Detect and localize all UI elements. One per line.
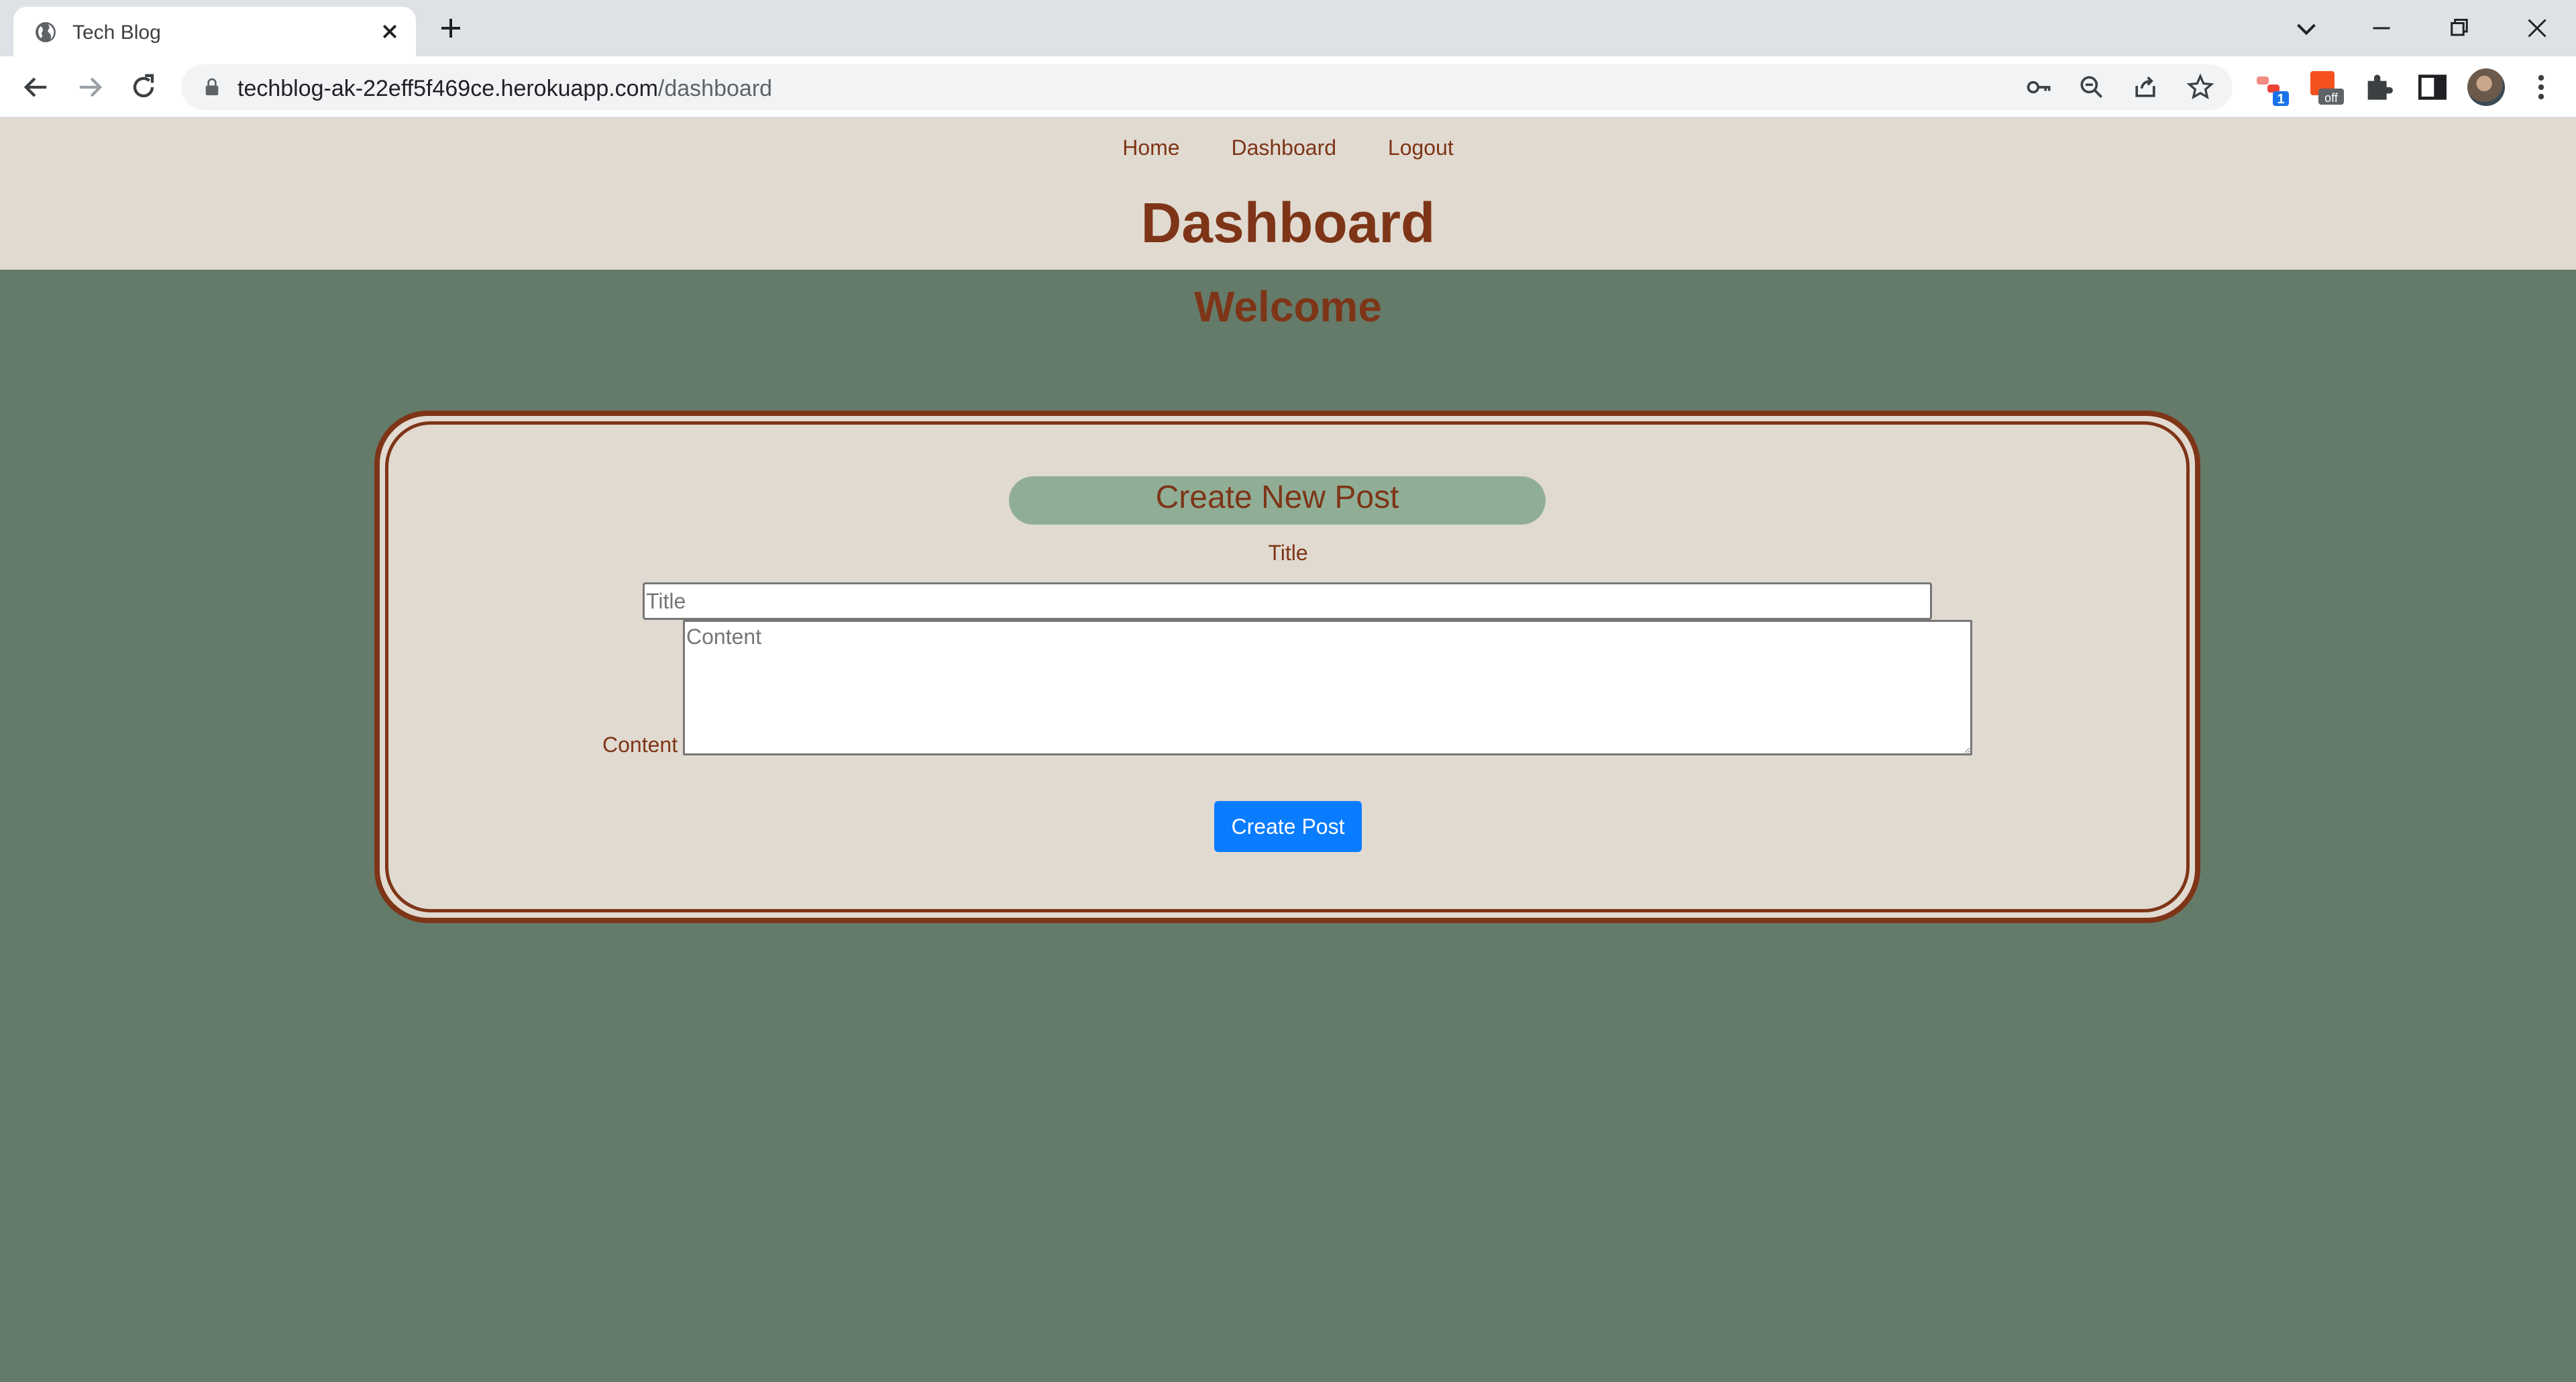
star-icon[interactable] — [2186, 72, 2215, 102]
welcome-heading: Welcome — [1194, 282, 1382, 331]
key-icon[interactable] — [2025, 72, 2054, 102]
url-path: /dashboard — [657, 76, 773, 101]
close-tab-icon[interactable] — [376, 17, 404, 46]
rss-extension-icon: off — [2310, 71, 2344, 105]
globe-icon — [36, 22, 56, 42]
forward-arrow-icon[interactable] — [72, 70, 107, 105]
menu-dots-icon[interactable] — [2522, 68, 2560, 106]
content-textarea[interactable] — [683, 620, 1972, 755]
lock-icon[interactable] — [201, 76, 223, 99]
extension-badge-count: 1 — [2277, 92, 2284, 106]
link-extension-icon: 1 — [2257, 76, 2289, 107]
title-input[interactable] — [643, 582, 1932, 620]
page-content: Home Dashboard Logout Dashboard Welcome … — [0, 118, 2576, 1382]
site-header: Home Dashboard Logout Dashboard — [0, 118, 2576, 270]
create-post-heading: Create New Post — [1009, 476, 1546, 525]
minimize-icon[interactable] — [2361, 8, 2402, 48]
close-window-icon[interactable] — [2517, 8, 2557, 48]
url-text: techblog-ak-22eff5f469ce.herokuapp.com/d… — [237, 76, 772, 102]
extension-badge-off: off — [2324, 91, 2339, 105]
puzzle-icon[interactable] — [2360, 68, 2398, 106]
zoom-out-icon[interactable] — [2077, 72, 2106, 102]
browser-toolbar: techblog-ak-22eff5f469ce.herokuapp.com/d… — [0, 56, 2576, 118]
address-bar[interactable]: techblog-ak-22eff5f469ce.herokuapp.com/d… — [181, 64, 2233, 110]
content-label: Content — [602, 733, 678, 757]
main-nav: Home Dashboard Logout — [0, 136, 2576, 160]
tab-strip: Tech Blog — [0, 0, 2576, 56]
restore-icon[interactable] — [2439, 8, 2479, 48]
extension-2-icon[interactable]: off — [2308, 68, 2345, 106]
extension-1-icon[interactable]: 1 — [2253, 68, 2290, 107]
reload-icon[interactable] — [126, 70, 161, 105]
share-icon[interactable] — [2131, 72, 2160, 102]
title-label: Title — [1268, 541, 1308, 565]
back-arrow-icon[interactable] — [19, 70, 54, 105]
page-title: Dashboard — [1140, 191, 1436, 254]
create-post-button[interactable]: Create Post — [1214, 801, 1362, 852]
new-tab-icon[interactable] — [435, 12, 467, 44]
nav-home-link[interactable]: Home — [1122, 136, 1179, 160]
browser-tab[interactable]: Tech Blog — [13, 7, 416, 56]
side-panel-icon[interactable] — [2414, 68, 2451, 106]
nav-logout-link[interactable]: Logout — [1388, 136, 1454, 160]
nav-dashboard-link[interactable]: Dashboard — [1231, 136, 1336, 160]
url-host: techblog-ak-22eff5f469ce.herokuapp.com — [237, 76, 658, 101]
tab-title: Tech Blog — [72, 21, 161, 44]
profile-avatar[interactable] — [2467, 68, 2505, 106]
tab-search-chevron-icon[interactable] — [2286, 8, 2326, 48]
